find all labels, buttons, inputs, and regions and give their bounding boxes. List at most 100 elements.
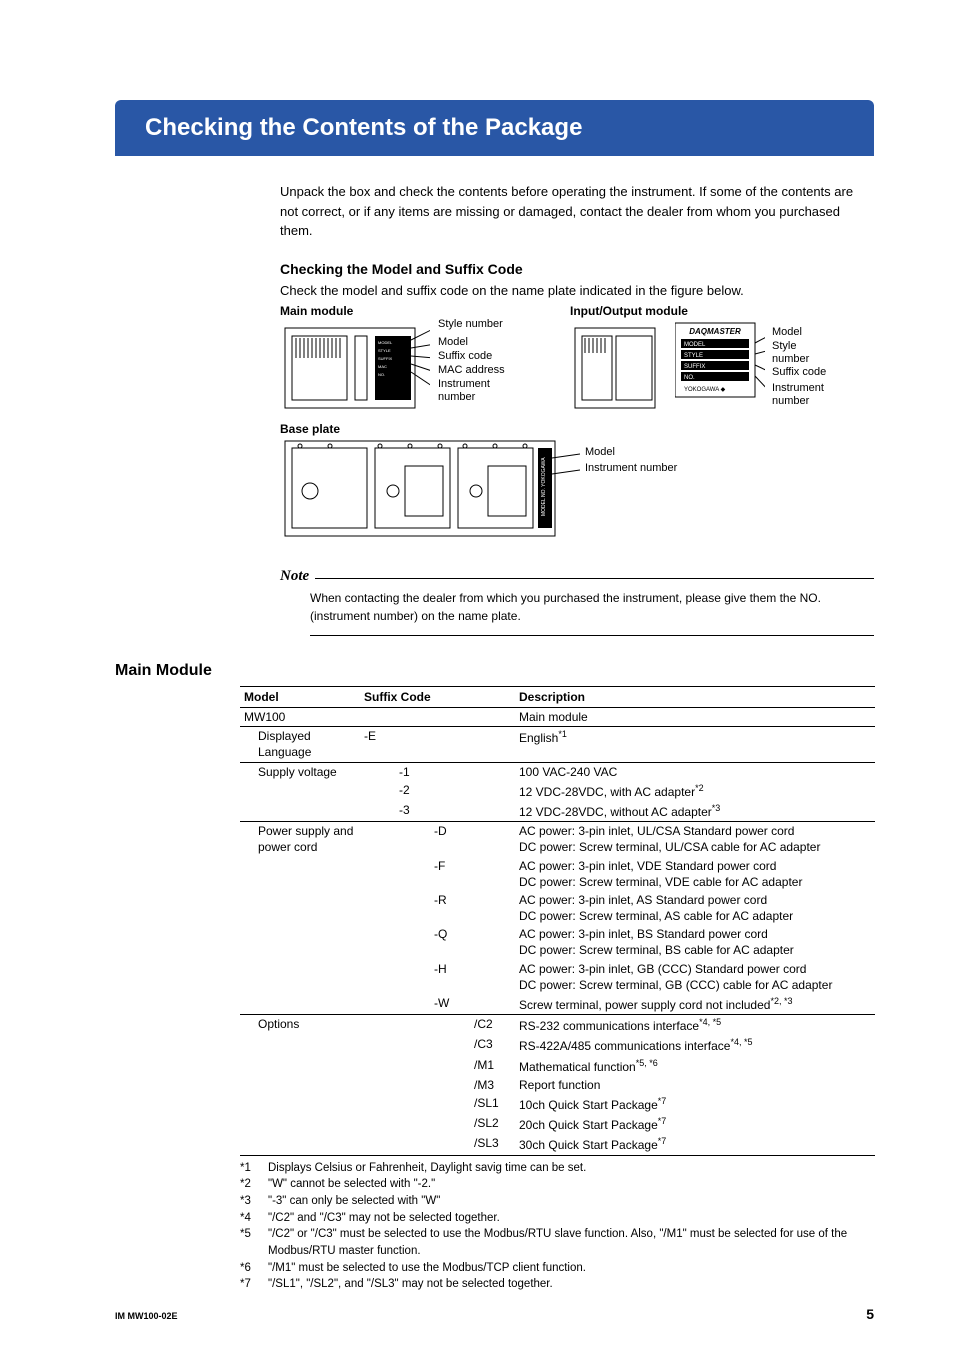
svg-text:YOKOGAWA ◆: YOKOGAWA ◆ xyxy=(684,387,726,393)
cell: AC power: 3-pin inlet, AS Standard power… xyxy=(515,891,875,925)
svg-text:STYLE: STYLE xyxy=(684,353,703,359)
cell: /SL1 xyxy=(470,1094,515,1114)
fn-text: "/M1" must be selected to use the Modbus… xyxy=(268,1260,586,1277)
cell: -D xyxy=(430,822,470,857)
subheading-text: Check the model and suffix code on the n… xyxy=(280,281,874,301)
cell: Mathematical function*5, *6 xyxy=(515,1056,875,1076)
page-footer: IM MW100-02E 5 xyxy=(115,1306,874,1322)
io-callout-model: Model xyxy=(772,326,802,339)
note-heading: Note xyxy=(280,568,874,585)
fn-text: "-3" can only be selected with "W" xyxy=(268,1193,440,1210)
cell: AC power: 3-pin inlet, VDE Standard powe… xyxy=(515,857,875,891)
cell: AC power: 3-pin inlet, UL/CSA Standard p… xyxy=(515,822,875,857)
nameplate-figure: Main module Input/Output module MODEL ST… xyxy=(280,304,874,554)
page-number: 5 xyxy=(866,1306,874,1322)
svg-text:STYLE: STYLE xyxy=(378,348,391,353)
cell: AC power: 3-pin inlet, GB (CCC) Standard… xyxy=(515,960,875,994)
svg-text:DAQMASTER: DAQMASTER xyxy=(689,327,741,336)
cell: 12 VDC-28VDC, without AC adapter*3 xyxy=(515,801,875,822)
base-callout-inst-no: Instrument number xyxy=(585,462,677,475)
cell: /C3 xyxy=(470,1035,515,1055)
main-module-icon: MODEL STYLE SUFFIX MAC NO. xyxy=(280,318,430,418)
cell: -R xyxy=(430,891,470,925)
th-desc: Description xyxy=(515,687,875,708)
fn-num: *5 xyxy=(240,1226,268,1259)
callout-inst-no: Instrument number xyxy=(438,378,508,404)
io-module-label: Input/Output module xyxy=(570,304,688,318)
th-model: Model xyxy=(240,687,360,708)
io-callout-style: Style number xyxy=(772,340,832,366)
fn-num: *1 xyxy=(240,1160,268,1177)
cell: -F xyxy=(430,857,470,891)
main-module-label: Main module xyxy=(280,304,353,318)
cell: English*1 xyxy=(515,727,875,762)
svg-text:NO.: NO. xyxy=(378,372,385,377)
cell: /SL2 xyxy=(470,1114,515,1134)
callout-suffix-code: Suffix code xyxy=(438,350,492,363)
svg-text:NO.: NO. xyxy=(684,375,695,381)
th-suffix: Suffix Code xyxy=(360,687,515,708)
cell: Options xyxy=(240,1015,360,1036)
fn-num: *6 xyxy=(240,1260,268,1277)
svg-text:MAC: MAC xyxy=(378,364,387,369)
fn-num: *4 xyxy=(240,1210,268,1227)
fn-num: *7 xyxy=(240,1276,268,1293)
io-callout-suffix: Suffix code xyxy=(772,366,826,379)
cell: /M3 xyxy=(470,1076,515,1094)
cell: -Q xyxy=(430,925,470,959)
page-title: Checking the Contents of the Package xyxy=(115,100,874,156)
fn-text: "/C2" or "/C3" must be selected to use t… xyxy=(268,1226,874,1259)
cell: 12 VDC-28VDC, with AC adapter*2 xyxy=(515,781,875,801)
cell: Report function xyxy=(515,1076,875,1094)
base-plate-label: Base plate xyxy=(280,422,340,436)
cell: -3 xyxy=(395,801,430,822)
cell: Displayed Language xyxy=(240,727,360,762)
cell: AC power: 3-pin inlet, BS Standard power… xyxy=(515,925,875,959)
fn-text: "W" cannot be selected with "-2." xyxy=(268,1176,435,1193)
cell: -W xyxy=(430,994,470,1015)
cell: -1 xyxy=(395,762,430,781)
note-text: When contacting the dealer from which yo… xyxy=(310,589,874,636)
cell: Power supply and power cord xyxy=(240,822,360,857)
cell: /SL3 xyxy=(470,1134,515,1155)
cell: Screw terminal, power supply cord not in… xyxy=(515,994,875,1015)
fn-num: *2 xyxy=(240,1176,268,1193)
subheading: Checking the Model and Suffix Code xyxy=(280,261,874,277)
cell: 30ch Quick Start Package*7 xyxy=(515,1134,875,1155)
cell: Main module xyxy=(515,708,875,727)
svg-text:MODEL: MODEL xyxy=(684,342,706,348)
base-plate-icon: MODEL NO. YOKOGAWA xyxy=(280,436,580,546)
svg-text:MODEL: MODEL xyxy=(378,340,393,345)
cell: 20ch Quick Start Package*7 xyxy=(515,1114,875,1134)
cell: Supply voltage xyxy=(240,762,360,781)
io-nameplate-icon: DAQMASTER MODEL STYLE SUFFIX NO. YOKOGAW… xyxy=(675,318,765,404)
fn-text: Displays Celsius or Fahrenheit, Daylight… xyxy=(268,1160,586,1177)
note-rule-line xyxy=(315,578,874,579)
cell: /C2 xyxy=(470,1015,515,1036)
fn-text: "/SL1", "/SL2", and "/SL3" may not be se… xyxy=(268,1276,553,1293)
footnotes: *1Displays Celsius or Fahrenheit, Daylig… xyxy=(240,1160,874,1293)
callout-model: Model xyxy=(438,336,468,349)
cell: RS-422A/485 communications interface*4, … xyxy=(515,1035,875,1055)
section-heading: Main Module xyxy=(115,662,874,680)
cell: RS-232 communications interface*4, *5 xyxy=(515,1015,875,1036)
base-callout-model: Model xyxy=(585,446,615,459)
cell: MW100 xyxy=(240,708,360,727)
doc-id: IM MW100-02E xyxy=(115,1311,178,1321)
callout-mac: MAC address xyxy=(438,364,505,377)
cell: -E xyxy=(360,727,395,762)
io-callout-inst-no: Instrument number xyxy=(772,382,842,408)
suffix-code-table: Model Suffix Code Description MW100 Main … xyxy=(240,686,875,1156)
fn-num: *3 xyxy=(240,1193,268,1210)
cell: -H xyxy=(430,960,470,994)
cell: 10ch Quick Start Package*7 xyxy=(515,1094,875,1114)
note-label: Note xyxy=(280,568,309,585)
svg-text:SUFFIX: SUFFIX xyxy=(378,356,393,361)
cell: -2 xyxy=(395,781,430,801)
intro-paragraph: Unpack the box and check the contents be… xyxy=(280,182,874,241)
svg-text:MODEL NO. YOKOGAWA: MODEL NO. YOKOGAWA xyxy=(541,457,547,516)
fn-text: "/C2" and "/C3" may not be selected toge… xyxy=(268,1210,500,1227)
cell: /M1 xyxy=(470,1056,515,1076)
cell: 100 VAC-240 VAC xyxy=(515,762,875,781)
callout-style-number: Style number xyxy=(438,318,503,331)
